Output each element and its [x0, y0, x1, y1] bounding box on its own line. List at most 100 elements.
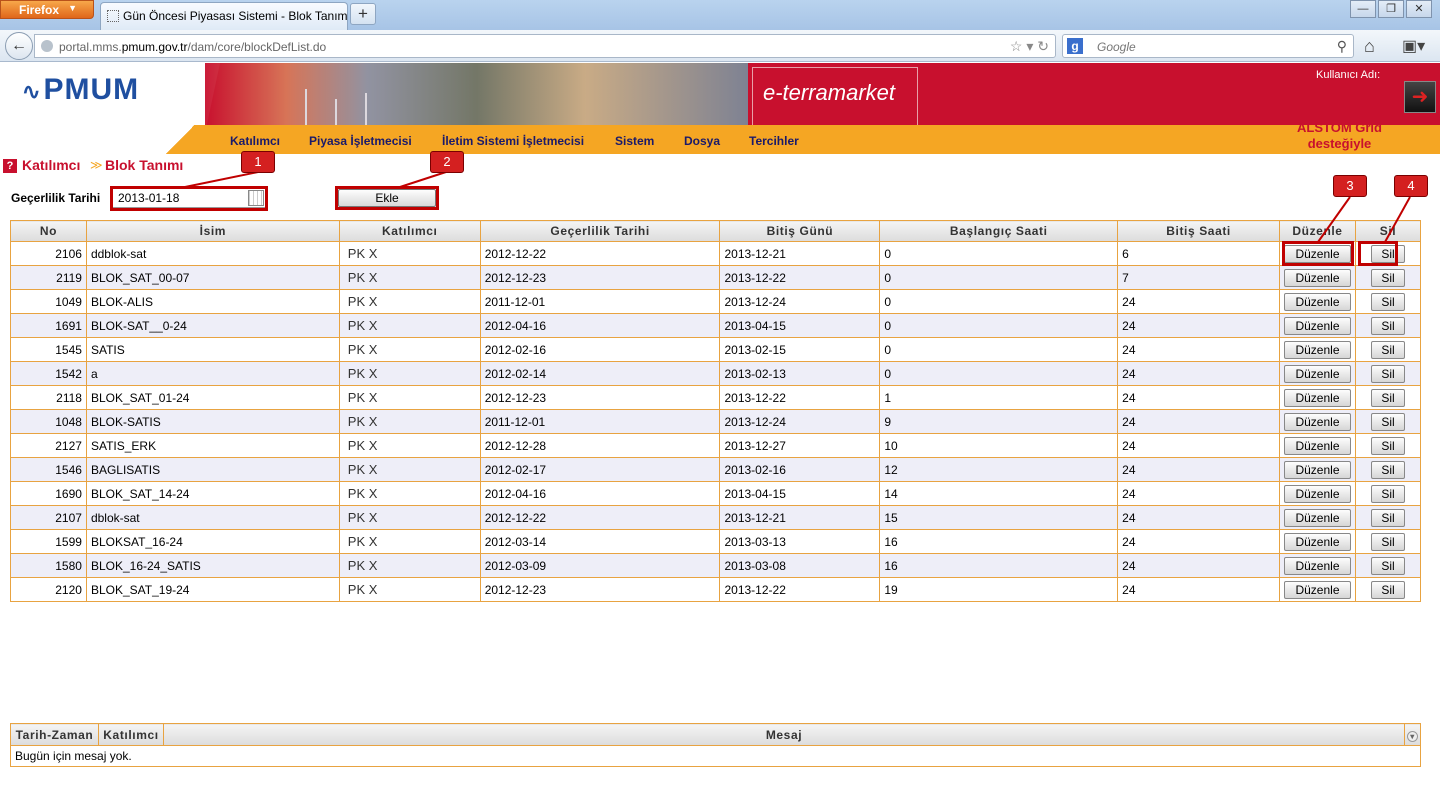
new-tab-button[interactable]: +	[350, 3, 376, 25]
col-header-no[interactable]: No	[10, 220, 87, 242]
delete-button[interactable]: Sil	[1370, 532, 1405, 551]
header-banner-image	[205, 63, 748, 129]
browser-tab[interactable]: Gün Öncesi Piyasası Sistemi - Blok Tanım…	[100, 2, 348, 30]
cell-participant: PK X	[338, 577, 481, 602]
table-row: 1545 SATIS PK X 2012-02-16 2013-02-15 0 24 Düze…	[10, 337, 1422, 362]
cell-participant: PK X	[338, 481, 481, 506]
cell-start-hour: 1	[879, 385, 1119, 410]
search-icon[interactable]: ⚲	[1337, 38, 1347, 55]
edit-button[interactable]: Düzenle	[1283, 340, 1351, 359]
cell-end-hour: 24	[1117, 361, 1280, 386]
cell-end-hour: 24	[1117, 529, 1280, 554]
menu-item-tercihler[interactable]: Tercihler	[749, 134, 799, 148]
cell-name: SATIS_ERK	[85, 433, 340, 458]
delete-button[interactable]: Sil	[1370, 508, 1405, 527]
logout-icon[interactable]: ➜	[1404, 81, 1436, 113]
edit-button[interactable]: Düzenle	[1283, 364, 1351, 383]
cell-end-day: 2013-12-27	[719, 433, 881, 458]
delete-button[interactable]: Sil	[1370, 484, 1405, 503]
highlight-edit-button	[1282, 241, 1354, 266]
home-icon[interactable]: ⌂	[1364, 36, 1375, 57]
cell-no: 1049	[10, 289, 87, 314]
cell-end-day: 2013-03-13	[719, 529, 881, 554]
browser-titlebar: Firefox ▼ Gün Öncesi Piyasası Sistemi - …	[0, 0, 1440, 30]
delete-button[interactable]: Sil	[1370, 388, 1405, 407]
col-header-baslangic-saati[interactable]: Başlangıç Saati	[879, 220, 1119, 242]
edit-button[interactable]: Düzenle	[1283, 388, 1351, 407]
delete-button[interactable]: Sil	[1370, 556, 1405, 575]
menu-item-sistem[interactable]: Sistem	[615, 134, 654, 148]
edit-button[interactable]: Düzenle	[1283, 292, 1351, 311]
cell-name: BLOK_SAT_14-24	[85, 481, 340, 506]
cell-delete: Sil	[1354, 553, 1422, 578]
search-placeholder: Google	[1097, 40, 1136, 54]
table-row: 1599 BLOKSAT_16-24 PK X 2012-03-14 2013-03-1…	[10, 529, 1422, 554]
google-icon[interactable]: g	[1067, 38, 1083, 54]
eterramarket-logo: e-terramarket	[752, 67, 918, 129]
table-row: 2120 BLOK_SAT_19-24 PK X 2012-12-23 2013-12-…	[10, 577, 1422, 602]
bookmark-star-icon[interactable]: ☆ ▾ ↻	[1010, 38, 1049, 55]
restore-icon[interactable]: ❐	[1378, 0, 1404, 18]
page-icon	[107, 10, 119, 22]
edit-button[interactable]: Düzenle	[1283, 460, 1351, 479]
expand-icon[interactable]: ▾	[1407, 730, 1418, 742]
cell-valid-from: 2012-04-16	[479, 481, 721, 506]
col-header-katilimci[interactable]: Katılımcı	[338, 220, 481, 242]
delete-button[interactable]: Sil	[1370, 268, 1405, 287]
highlight-add-button	[335, 186, 439, 210]
edit-button[interactable]: Düzenle	[1283, 508, 1351, 527]
edit-button[interactable]: Düzenle	[1283, 556, 1351, 575]
cell-delete: Sil	[1354, 481, 1422, 506]
delete-button[interactable]: Sil	[1370, 460, 1405, 479]
delete-button[interactable]: Sil	[1370, 316, 1405, 335]
delete-button[interactable]: Sil	[1370, 436, 1405, 455]
addon-icon[interactable]: ▣▾	[1402, 36, 1425, 56]
edit-button[interactable]: Düzenle	[1283, 436, 1351, 455]
col-header-bitis-gunu[interactable]: Bitiş Günü	[719, 220, 881, 242]
cell-no: 1599	[10, 529, 87, 554]
back-arrow-icon[interactable]: ←	[5, 32, 33, 60]
edit-button[interactable]: Düzenle	[1283, 484, 1351, 503]
cell-delete: Sil	[1354, 457, 1422, 482]
delete-button[interactable]: Sil	[1370, 340, 1405, 359]
cell-edit: Düzenle	[1279, 289, 1356, 314]
delete-button[interactable]: Sil	[1370, 292, 1405, 311]
menu-item-dosya[interactable]: Dosya	[684, 134, 720, 148]
cell-valid-from: 2012-03-14	[479, 529, 721, 554]
cell-no: 2107	[10, 505, 87, 530]
cell-delete: Sil	[1354, 265, 1422, 290]
col-header-isim[interactable]: İsim	[85, 220, 340, 242]
cell-edit: Düzenle	[1279, 313, 1356, 338]
pmum-logo[interactable]: ∿PMUM	[22, 73, 139, 107]
edit-button[interactable]: Düzenle	[1283, 412, 1351, 431]
edit-button[interactable]: Düzenle	[1283, 532, 1351, 551]
edit-button[interactable]: Düzenle	[1283, 268, 1351, 287]
cell-end-day: 2013-12-21	[719, 241, 881, 266]
menu-item-katilimci[interactable]: Katılımcı	[230, 134, 280, 148]
edit-button[interactable]: Düzenle	[1283, 316, 1351, 335]
breadcrumb-parent[interactable]: Katılımcı	[22, 157, 80, 173]
close-icon[interactable]: ✕	[1406, 0, 1432, 18]
help-icon[interactable]: ?	[3, 159, 17, 173]
menu-item-piyasa-isletmecisi[interactable]: Piyasa İşletmecisi	[309, 134, 412, 148]
delete-button[interactable]: Sil	[1370, 412, 1405, 431]
delete-button[interactable]: Sil	[1370, 580, 1405, 599]
cell-end-hour: 24	[1117, 505, 1280, 530]
search-bar[interactable]: g Google ⚲	[1062, 34, 1354, 58]
cell-end-day: 2013-12-22	[719, 577, 881, 602]
col-header-gecerlilik[interactable]: Geçerlilik Tarihi	[479, 220, 721, 242]
cell-name: BAGLISATIS	[85, 457, 340, 482]
breadcrumb-separator-icon: ≫	[90, 158, 103, 172]
cell-end-hour: 24	[1117, 385, 1280, 410]
cell-name: BLOK_16-24_SATIS	[85, 553, 340, 578]
address-bar[interactable]: portal.mms.pmum.gov.tr/dam/core/blockDef…	[34, 34, 1056, 58]
cell-participant: PK X	[338, 529, 481, 554]
col-header-bitis-saati[interactable]: Bitiş Saati	[1117, 220, 1280, 242]
minimize-icon[interactable]: —	[1350, 0, 1376, 18]
cell-valid-from: 2012-12-22	[479, 505, 721, 530]
delete-button[interactable]: Sil	[1370, 364, 1405, 383]
edit-button[interactable]: Düzenle	[1283, 580, 1351, 599]
cell-name: BLOK_SAT_00-07	[85, 265, 340, 290]
firefox-menu-button[interactable]: Firefox ▼	[0, 0, 94, 19]
menu-item-iletim-sistemi[interactable]: İletim Sistemi İşletmecisi	[442, 134, 584, 148]
